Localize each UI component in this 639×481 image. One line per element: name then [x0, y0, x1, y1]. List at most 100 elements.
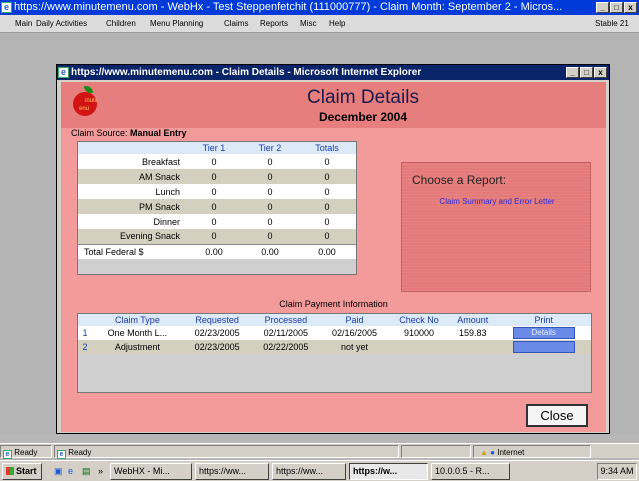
apple-icon	[73, 92, 97, 116]
menu-daily-activities[interactable]: Daily Activities	[36, 15, 87, 33]
close-button[interactable]: Close	[526, 404, 588, 427]
app-menu-bar: Main Daily Activities Children Menu Plan…	[0, 15, 639, 33]
minute-menu-logo: inute enu	[69, 86, 105, 122]
status-cell-1: e Ready	[0, 445, 52, 459]
minimize-icon[interactable]: _	[566, 67, 579, 78]
row-number: 1	[78, 326, 92, 340]
task-button[interactable]: 10.0.0.5 - R...	[431, 463, 510, 480]
globe-icon: ●	[490, 448, 495, 457]
row-label: Total Federal $	[78, 243, 186, 259]
table-row[interactable]: 2 Adjustment 02/23/2005 02/22/2005 not y…	[78, 340, 591, 354]
tier2-cell: 0.00	[241, 243, 298, 259]
status-text-2: Ready	[68, 448, 92, 457]
tier-table: Tier 1 Tier 2 Totals Breakfast 0 0 0 AM …	[78, 142, 356, 259]
claim-source-value: Manual Entry	[130, 128, 187, 138]
amount-cell: 159.83	[449, 326, 497, 340]
payments-table-panel: Claim Type Requested Processed Paid Chec…	[77, 313, 592, 393]
claim-source: Claim Source: Manual Entry	[71, 128, 187, 138]
details-button[interactable]: Details	[512, 327, 575, 339]
claim-type-cell: Adjustment	[92, 340, 183, 354]
table-row[interactable]: 1 One Month L... 02/23/2005 02/11/2005 0…	[78, 326, 591, 340]
minimize-icon[interactable]: _	[596, 2, 609, 13]
total-cell: 0	[297, 184, 356, 199]
table-row: Lunch 0 0 0	[78, 184, 356, 199]
table-row: AM Snack 0 0 0	[78, 169, 356, 184]
task-button[interactable]: https://ww...	[272, 463, 346, 480]
check-no-cell	[388, 340, 450, 354]
tier1-cell: 0	[186, 229, 242, 244]
outer-window-controls: _ □ x	[596, 2, 637, 13]
total-cell: 0	[297, 199, 356, 214]
page-icon: e	[57, 450, 66, 459]
popup-window-controls: _ □ x	[566, 67, 607, 78]
tier2-cell: 0	[241, 214, 298, 229]
menu-menu-planning[interactable]: Menu Planning	[150, 15, 203, 33]
column-header-claim-type: Claim Type	[92, 314, 183, 326]
task-button-active[interactable]: https://w...	[349, 463, 428, 480]
tier1-cell: 0.00	[186, 243, 242, 259]
menu-reports[interactable]: Reports	[260, 15, 288, 33]
status-cell-3	[401, 445, 471, 458]
menu-misc[interactable]: Misc	[300, 15, 316, 33]
requested-cell: 02/23/2005	[182, 326, 252, 340]
payments-table: Claim Type Requested Processed Paid Chec…	[78, 314, 591, 354]
close-icon[interactable]: x	[594, 67, 607, 78]
row-number: 2	[78, 340, 92, 354]
maximize-icon[interactable]: □	[580, 67, 593, 78]
logo-text-1: inute	[85, 98, 99, 104]
column-header-tier2: Tier 2	[241, 142, 298, 154]
windows-flag-icon	[6, 467, 14, 475]
maximize-icon[interactable]: □	[610, 2, 623, 13]
column-header-amount: Amount	[449, 314, 497, 326]
table-row: PM Snack 0 0 0	[78, 199, 356, 214]
task-button[interactable]: https://ww...	[195, 463, 269, 480]
page-title: Claim Details	[307, 87, 419, 108]
row-label: PM Snack	[78, 199, 186, 214]
claim-summary-report-link[interactable]: Claim Summary and Error Letter	[402, 197, 592, 206]
table-row: Breakfast 0 0 0	[78, 154, 356, 169]
status-bar: e Ready e Ready ▲ ● Internet	[0, 443, 639, 459]
row-label: Lunch	[78, 184, 186, 199]
app-quicklaunch-icon[interactable]: ▤	[78, 463, 92, 480]
total-cell: 0	[297, 169, 356, 184]
row-label: Breakfast	[78, 154, 186, 169]
tier2-cell: 0	[241, 229, 298, 244]
build-label: Stable 21	[595, 19, 629, 28]
print-button[interactable]	[512, 341, 575, 353]
column-header-processed: Processed	[251, 314, 321, 326]
desktop-quicklaunch-icon[interactable]: ▣	[50, 463, 64, 480]
menu-main[interactable]: Main	[15, 15, 32, 33]
column-header-totals: Totals	[297, 142, 356, 154]
popup-title-bar[interactable]: e https://www.minutemenu.com - Claim Det…	[57, 65, 609, 80]
claim-details-popup: e https://www.minutemenu.com - Claim Det…	[56, 64, 610, 434]
outer-window-title: https://www.minutemenu.com - WebHx - Tes…	[14, 1, 563, 13]
payments-table-header: Claim Type Requested Processed Paid Chec…	[78, 314, 591, 326]
menu-claims[interactable]: Claims	[224, 15, 248, 33]
tier1-cell: 0	[186, 214, 242, 229]
processed-cell: 02/22/2005	[251, 340, 321, 354]
paid-cell: not yet	[320, 340, 389, 354]
table-row: Dinner 0 0 0	[78, 214, 356, 229]
quicklaunch-more-button[interactable]: »	[94, 463, 108, 480]
tier2-cell: 0	[241, 199, 298, 214]
column-header-num	[78, 314, 92, 326]
status-cell-2: e Ready	[54, 445, 399, 459]
logo-text-2: enu	[79, 106, 90, 112]
start-label: Start	[16, 466, 37, 476]
close-icon[interactable]: x	[624, 2, 637, 13]
ie-icon: e	[58, 67, 69, 78]
system-tray-clock[interactable]: 9:34 AM	[597, 463, 637, 480]
outer-window-title-bar[interactable]: e https://www.minutemenu.com - WebHx - T…	[0, 0, 639, 15]
menu-help[interactable]: Help	[329, 15, 345, 33]
ie-quicklaunch-icon[interactable]: e	[64, 463, 78, 480]
zone-label: Internet	[497, 448, 525, 457]
status-text-1: Ready	[14, 448, 38, 457]
start-button[interactable]: Start	[2, 463, 42, 480]
processed-cell: 02/11/2005	[251, 326, 321, 340]
requested-cell: 02/23/2005	[182, 340, 252, 354]
menu-children[interactable]: Children	[106, 15, 136, 33]
tier1-cell: 0	[186, 184, 242, 199]
amount-cell	[449, 340, 497, 354]
task-button[interactable]: WebHX - Mi...	[110, 463, 192, 480]
tier2-cell: 0	[241, 184, 298, 199]
